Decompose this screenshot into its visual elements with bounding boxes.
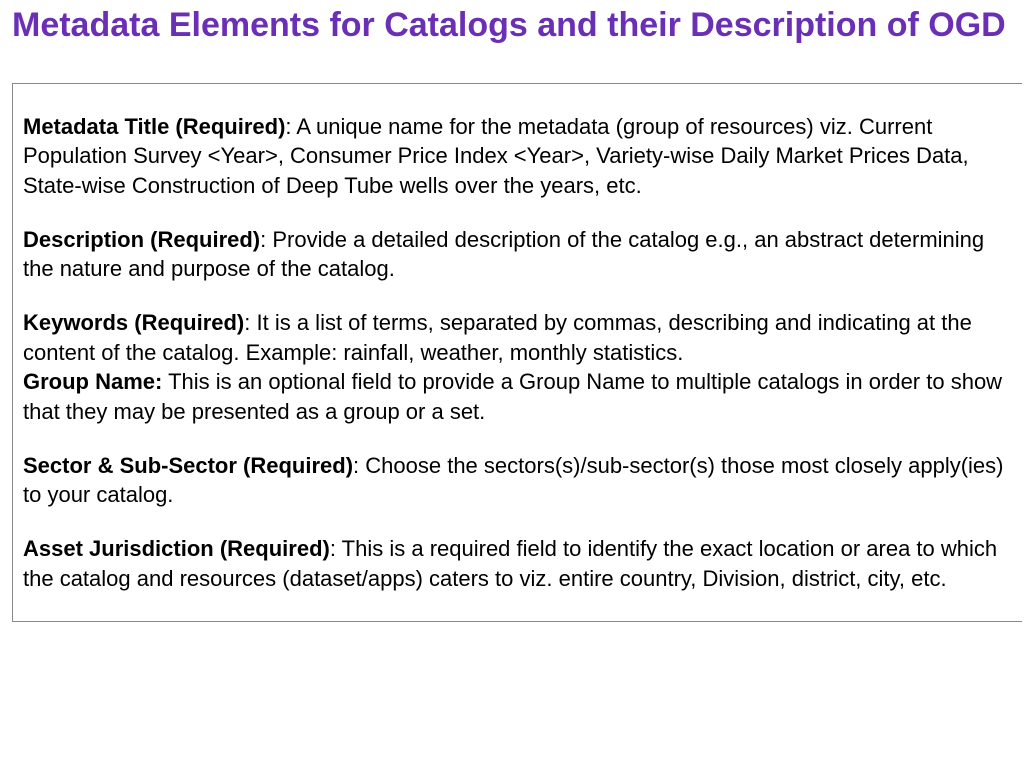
sector-label: Sector & Sub-Sector (Required) bbox=[23, 453, 353, 478]
metadata-title-entry: Metadata Title (Required): A unique name… bbox=[23, 112, 1012, 201]
group-name-label: Group Name: bbox=[23, 369, 162, 394]
jurisdiction-entry: Asset Jurisdiction (Required): This is a… bbox=[23, 534, 1012, 593]
group-name-body: This is an optional field to provide a G… bbox=[23, 369, 1002, 424]
metadata-title-label: Metadata Title (Required) bbox=[23, 114, 285, 139]
slide: Metadata Elements for Catalogs and their… bbox=[0, 0, 1024, 768]
content-box: Metadata Title (Required): A unique name… bbox=[12, 83, 1022, 623]
keywords-entry: Keywords (Required): It is a list of ter… bbox=[23, 308, 1012, 367]
jurisdiction-label: Asset Jurisdiction (Required) bbox=[23, 536, 330, 561]
group-name-entry: Group Name: This is an optional field to… bbox=[23, 367, 1012, 426]
description-label: Description (Required) bbox=[23, 227, 260, 252]
sector-entry: Sector & Sub-Sector (Required): Choose t… bbox=[23, 451, 1012, 510]
keywords-label: Keywords (Required) bbox=[23, 310, 244, 335]
description-entry: Description (Required): Provide a detail… bbox=[23, 225, 1012, 284]
page-title: Metadata Elements for Catalogs and their… bbox=[0, 0, 1024, 65]
